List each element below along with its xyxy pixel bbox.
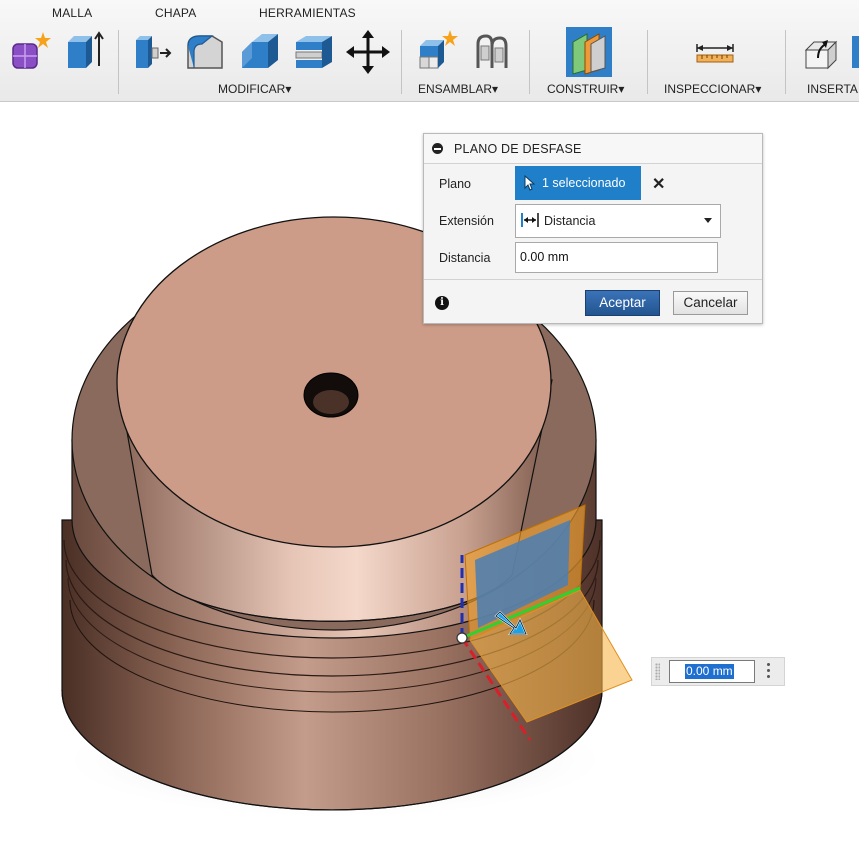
extrude-icon[interactable]	[62, 28, 106, 76]
tab-chapa[interactable]: CHAPA	[155, 6, 196, 20]
move-icon[interactable]	[346, 28, 390, 76]
cancel-button[interactable]: Cancelar	[673, 291, 748, 315]
cursor-arrow-icon	[524, 175, 536, 191]
insertar-label: INSERTA	[807, 82, 858, 96]
construir-label: CONSTRUIR	[547, 82, 619, 96]
dialog-title: PLANO DE DESFASE	[454, 142, 582, 156]
joint-icon[interactable]	[470, 28, 514, 76]
modificar-menu[interactable]: MODIFICAR▾	[218, 82, 291, 96]
canvas-distance-box: 0.00 mm	[651, 657, 785, 686]
extension-label: Extensión	[439, 214, 494, 228]
info-icon[interactable]: i	[435, 296, 449, 310]
offset-plane-icon[interactable]	[565, 26, 613, 78]
modificar-label: MODIFICAR	[218, 82, 286, 96]
toolbar: MALLA CHAPA HERRAMIENTAS MODIFICAR▾ ENSA…	[0, 0, 859, 102]
inspeccionar-menu[interactable]: INSPECCIONAR▾	[664, 82, 761, 96]
shell-icon[interactable]	[292, 28, 336, 76]
extension-value: Distancia	[544, 214, 596, 228]
chevron-down-icon	[704, 218, 712, 223]
accept-button[interactable]: Aceptar	[585, 290, 660, 316]
separator	[647, 30, 648, 94]
measure-icon[interactable]	[693, 28, 737, 76]
chamfer-icon[interactable]	[238, 28, 282, 76]
dialog-header: PLANO DE DESFASE	[424, 134, 762, 164]
ensamblar-label: ENSAMBLAR	[418, 82, 493, 96]
construir-menu[interactable]: CONSTRUIR▾	[547, 82, 624, 96]
tab-malla[interactable]: MALLA	[52, 6, 92, 20]
plane-selection-button[interactable]: 1 seleccionado	[515, 166, 641, 200]
separator	[118, 30, 119, 94]
distance-type-icon	[521, 213, 539, 227]
drag-grip-icon[interactable]	[655, 663, 660, 680]
canvas-distance-value: 0.00 mm	[685, 664, 734, 679]
create-form-icon[interactable]	[9, 28, 53, 76]
dropdown-arrow-icon: ▾	[285, 82, 292, 96]
insertar-menu[interactable]: INSERTA	[807, 82, 858, 96]
distance-input[interactable]: 0.00 mm	[515, 242, 718, 273]
new-component-icon[interactable]	[416, 28, 460, 76]
offset-plane-dialog: PLANO DE DESFASE Plano 1 seleccionado ✕ …	[423, 133, 763, 324]
dropdown-arrow-icon: ▾	[492, 82, 499, 96]
insert-icon[interactable]	[800, 28, 859, 76]
dropdown-arrow-icon: ▾	[755, 82, 762, 96]
clear-selection-icon[interactable]: ✕	[652, 174, 665, 194]
dropdown-arrow-icon: ▾	[618, 82, 625, 96]
canvas-distance-input[interactable]: 0.00 mm	[669, 660, 755, 683]
fillet-icon[interactable]	[184, 28, 228, 76]
tab-herramientas[interactable]: HERRAMIENTAS	[259, 6, 356, 20]
press-pull-icon[interactable]	[130, 28, 174, 76]
inspeccionar-label: INSPECCIONAR	[664, 82, 756, 96]
ensamblar-menu[interactable]: ENSAMBLAR▾	[418, 82, 498, 96]
separator	[401, 30, 402, 94]
separator	[785, 30, 786, 94]
plano-label: Plano	[439, 177, 471, 191]
more-options-icon[interactable]	[765, 663, 771, 680]
extension-dropdown[interactable]: Distancia	[515, 204, 721, 238]
collapse-icon[interactable]	[432, 143, 443, 154]
selection-count-text: 1 seleccionado	[542, 176, 626, 190]
distance-label: Distancia	[439, 251, 491, 265]
separator	[529, 30, 530, 94]
dialog-footer: i Aceptar Cancelar	[424, 279, 762, 324]
